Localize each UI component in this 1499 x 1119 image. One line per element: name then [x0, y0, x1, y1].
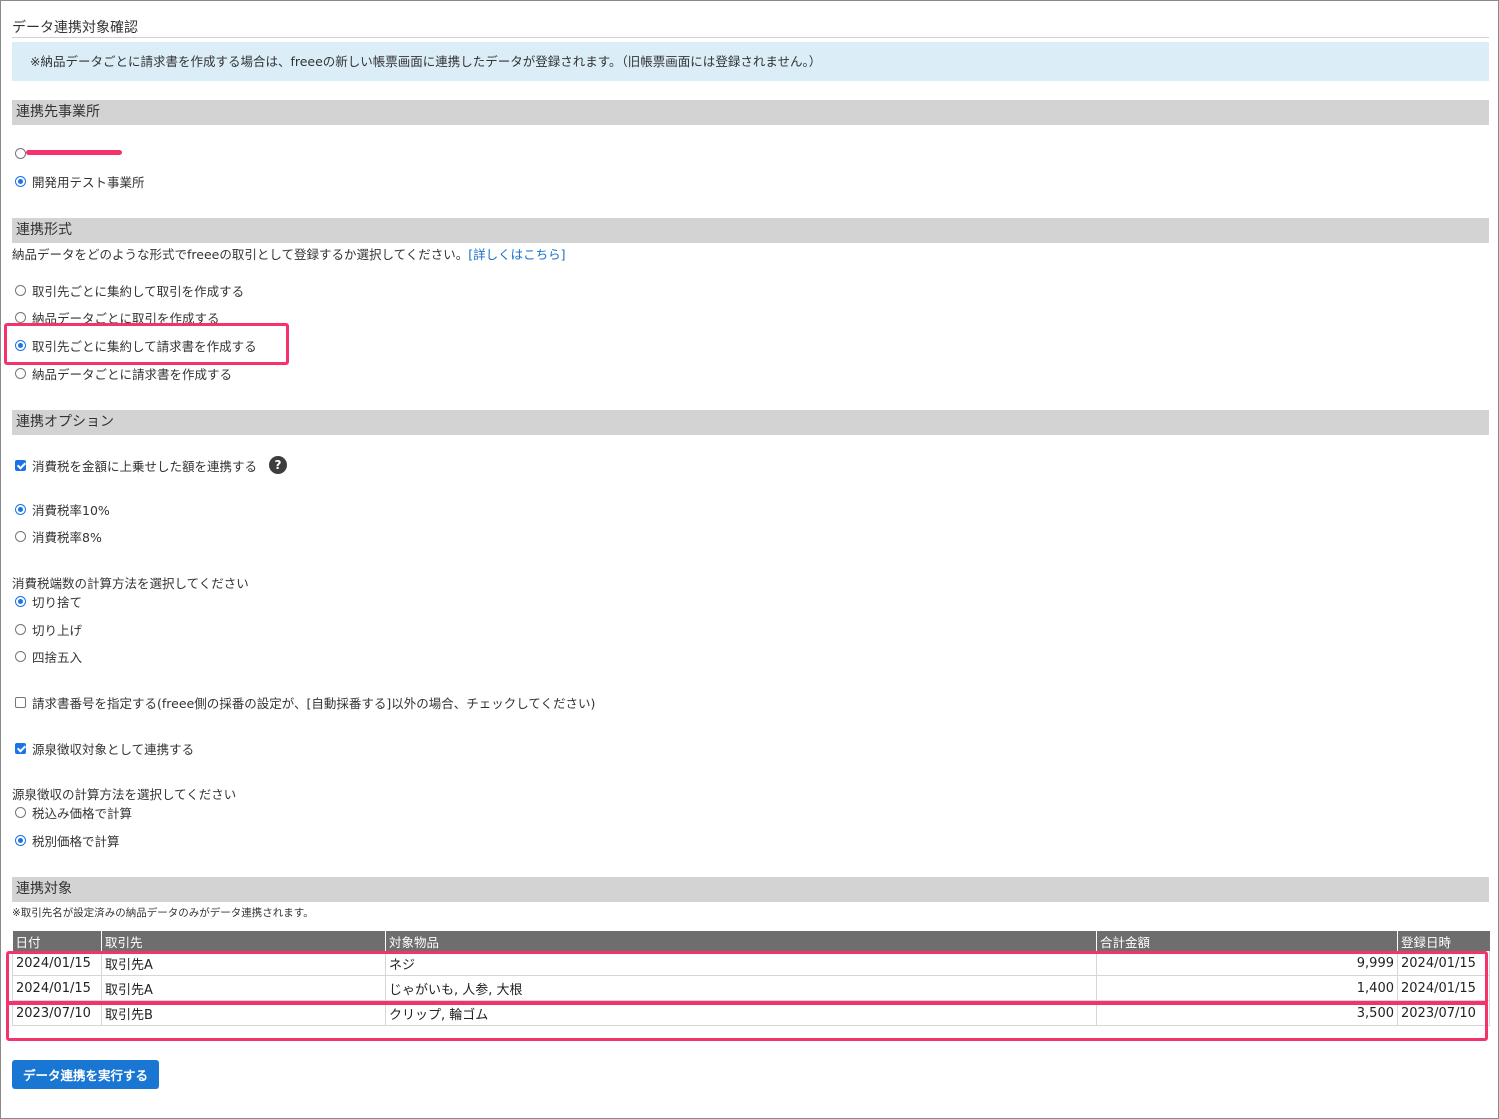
tax-add-label: 消費税を金額に上乗せした額を連携する [32, 458, 258, 474]
rounding-label: 消費税端数の計算方法を選択してください [12, 576, 249, 591]
tax-rate-radio-1[interactable] [15, 503, 26, 515]
section-heading-target: 連携対象 [12, 877, 1489, 902]
format-description-text: 納品データをどのような形式でfreeeの取引として登録するか選択してください。 [12, 247, 469, 262]
rounding-option-1-label: 切り捨て [32, 594, 83, 610]
format-option-4[interactable]: 納品データごとに請求書を作成する [15, 364, 232, 382]
invoice-number-label: 請求書番号を指定する(freee側の採番の設定が、[自動採番する]以外の場合、チ… [32, 695, 596, 711]
withholding-calc-radio-1[interactable] [15, 806, 26, 818]
format-radio-4[interactable] [15, 367, 26, 379]
format-description: 納品データをどのような形式でfreeeの取引として登録するか選択してください。[… [12, 244, 565, 263]
withholding-calc-radio-2[interactable] [15, 834, 26, 846]
rounding-radio-2[interactable] [15, 623, 26, 635]
rounding-option-2[interactable]: 切り上げ [15, 620, 82, 638]
section-heading-format: 連携形式 [12, 218, 1489, 243]
rounding-radio-3[interactable] [15, 650, 26, 662]
office-radio-2[interactable] [15, 175, 26, 187]
target-note: ※取引先名が設定済みの納品データのみがデータ連携されます。 [12, 907, 314, 919]
rounding-option-2-label: 切り上げ [32, 622, 83, 638]
col-header-items: 対象物品 [385, 931, 1097, 951]
withholding-calc-option-2-label: 税別価格で計算 [32, 833, 120, 849]
invoice-number-checkbox[interactable] [15, 696, 26, 708]
execute-button[interactable]: データ連携を実行する [12, 1060, 159, 1089]
tax-rate-option-2-label: 消費税率8% [32, 529, 102, 545]
withholding-calc-option-1[interactable]: 税込み価格で計算 [15, 803, 132, 821]
col-header-client: 取引先 [101, 931, 386, 951]
section-heading-options: 連携オプション [12, 410, 1489, 435]
tax-add-checkbox[interactable] [15, 459, 26, 471]
format-option-1-label: 取引先ごとに集約して取引を作成する [32, 283, 245, 299]
format-option-1[interactable]: 取引先ごとに集約して取引を作成する [15, 281, 244, 299]
tax-rate-option-1-label: 消費税率10% [32, 502, 110, 518]
format-option-4-label: 納品データごとに請求書を作成する [32, 366, 233, 382]
tax-rate-option-2[interactable]: 消費税率8% [15, 527, 102, 545]
rounding-radio-1[interactable] [15, 595, 26, 607]
detail-link[interactable]: [詳しくはこちら] [468, 247, 565, 262]
withholding-calc-option-1-label: 税込み価格で計算 [32, 805, 133, 821]
format-radio-1[interactable] [15, 284, 26, 296]
table-header-row: 日付 取引先 対象物品 合計金額 登録日時 [12, 931, 1490, 951]
highlight-box-format [4, 323, 289, 365]
withholding-label: 源泉徴収対象として連携する [32, 741, 195, 757]
help-icon[interactable]: ? [269, 456, 288, 474]
col-header-registered: 登録日時 [1397, 931, 1490, 951]
rounding-option-3[interactable]: 四捨五入 [15, 647, 82, 665]
notice-banner: ※納品データごとに請求書を作成する場合は、freeeの新しい帳票画面に連携したデ… [12, 42, 1489, 81]
tax-rate-radio-2[interactable] [15, 530, 26, 542]
withholding-option[interactable]: 源泉徴収対象として連携する [15, 739, 194, 757]
col-header-date: 日付 [12, 931, 102, 951]
withholding-checkbox[interactable] [15, 742, 26, 754]
office-radio-1[interactable] [15, 147, 26, 159]
format-radio-2[interactable] [15, 311, 26, 323]
rounding-option-3-label: 四捨五入 [32, 649, 83, 665]
highlight-box-client-b [6, 1001, 1488, 1041]
office-option-2[interactable]: 開発用テスト事業所 [15, 172, 145, 190]
col-header-total: 合計金額 [1096, 931, 1398, 951]
invoice-number-option[interactable]: 請求書番号を指定する(freee側の採番の設定が、[自動採番する]以外の場合、チ… [15, 693, 595, 711]
redaction-mark [26, 150, 122, 155]
rounding-option-1[interactable]: 切り捨て [15, 592, 82, 610]
highlight-box-client-a [6, 951, 1488, 1005]
office-option-2-label: 開発用テスト事業所 [32, 174, 145, 190]
tax-rate-option-1[interactable]: 消費税率10% [15, 500, 110, 518]
withholding-calc-option-2[interactable]: 税別価格で計算 [15, 831, 120, 849]
section-heading-office: 連携先事業所 [12, 100, 1489, 125]
withholding-calc-label: 源泉徴収の計算方法を選択してください [12, 787, 237, 802]
title-divider [12, 37, 1489, 38]
page-title: データ連携対象確認 [12, 20, 138, 36]
tax-add-option[interactable]: 消費税を金額に上乗せした額を連携する ? [15, 455, 288, 475]
